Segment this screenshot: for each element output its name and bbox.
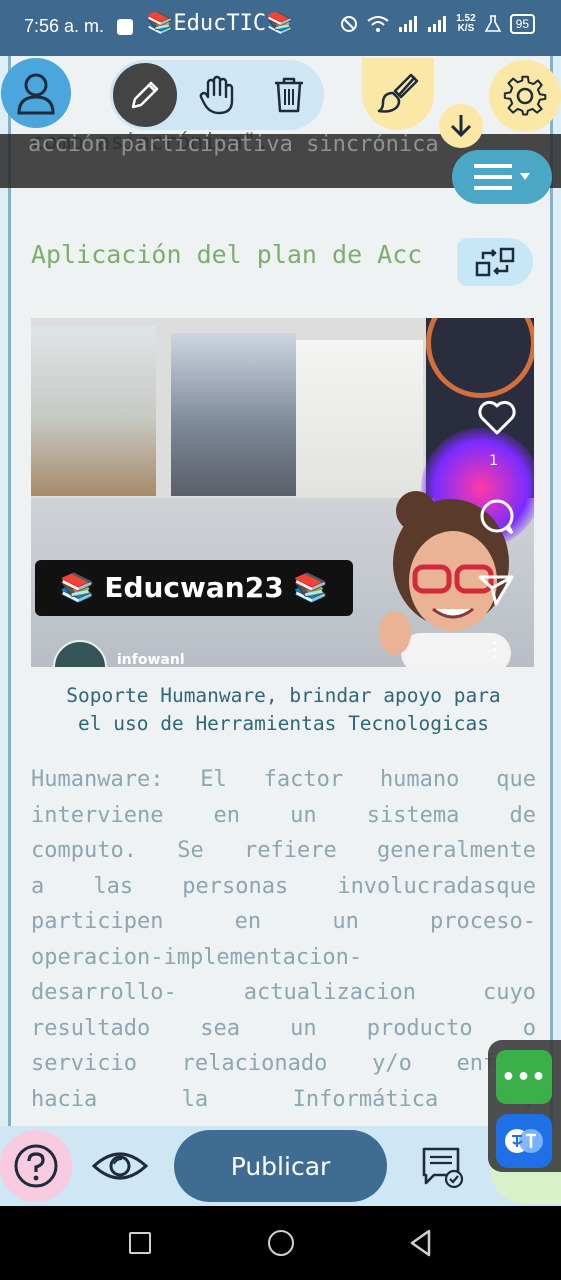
publish-button[interactable]: Publicar bbox=[174, 1130, 387, 1202]
recents-button[interactable] bbox=[129, 1232, 151, 1254]
send-icon[interactable] bbox=[478, 573, 514, 607]
swap-layout-button[interactable] bbox=[457, 238, 533, 286]
delete-button[interactable] bbox=[262, 70, 316, 120]
document-photo bbox=[296, 340, 423, 498]
translate-button[interactable] bbox=[496, 1114, 552, 1168]
body-line: computo. Se refiere generalmente bbox=[31, 838, 536, 863]
pencil-icon bbox=[131, 81, 159, 109]
caption-line: Soporte Humanware, brindar apoyo para bbox=[66, 684, 501, 707]
body-line: servicio relacionado y/o enfoca bbox=[31, 1051, 536, 1076]
comment-icon[interactable] bbox=[478, 498, 516, 536]
embedded-instagram-post[interactable]: 📚 Educwan23 📚 infowanl 1 · · · bbox=[31, 318, 534, 667]
account-handle[interactable]: infowanl bbox=[117, 652, 185, 667]
body-line: participen en un proceso- bbox=[31, 909, 536, 934]
gear-icon bbox=[503, 75, 547, 116]
more-apps-button[interactable]: ••• bbox=[496, 1050, 552, 1104]
arrow-down-icon bbox=[450, 115, 472, 138]
body-line: a las personas involucradasque bbox=[31, 873, 536, 899]
eye-icon bbox=[92, 1152, 148, 1180]
body-line: hacia la Informática y bbox=[31, 1086, 536, 1112]
help-button[interactable] bbox=[0, 1130, 72, 1202]
section-heading: Aplicación del plan de Acc bbox=[31, 240, 423, 269]
signal-icon-2 bbox=[428, 16, 447, 32]
more-options-icon[interactable]: · · · bbox=[492, 633, 498, 667]
status-time: 7:56 a. m. bbox=[24, 16, 105, 36]
like-count: 1 bbox=[489, 453, 498, 469]
caption-line: el uso de Herramientas Tecnologicas bbox=[78, 712, 489, 735]
comment-check-icon bbox=[422, 1147, 464, 1189]
swap-icon bbox=[475, 247, 515, 277]
app-title: 📚EducTIC📚 bbox=[146, 11, 294, 36]
main-menu-button[interactable] bbox=[452, 150, 552, 204]
photo-collage bbox=[31, 318, 426, 498]
style-button[interactable] bbox=[362, 58, 434, 130]
network-speed-unit: K/S bbox=[457, 23, 475, 34]
notification-app-icon bbox=[117, 19, 133, 35]
flask-icon bbox=[484, 15, 501, 32]
body-paragraph: Humanware: El factor humano que intervie… bbox=[31, 762, 536, 1117]
status-icons: 1.52 K/S 95 bbox=[340, 14, 535, 34]
post-content-area[interactable]: como asincrónica". Aplicación del plan d… bbox=[8, 56, 553, 1206]
body-line: desarrollo- actualizacion cuyo bbox=[31, 980, 536, 1005]
settings-button[interactable] bbox=[489, 60, 561, 132]
body-line: resultado sea un producto o bbox=[31, 1015, 536, 1041]
download-button[interactable] bbox=[439, 104, 483, 148]
trash-icon bbox=[275, 77, 303, 113]
profile-button[interactable] bbox=[1, 58, 71, 128]
home-button[interactable] bbox=[268, 1230, 294, 1256]
question-icon bbox=[14, 1144, 58, 1188]
caret-down-icon bbox=[520, 173, 530, 180]
classroom-photo bbox=[31, 326, 156, 496]
translate-icon bbox=[505, 1129, 543, 1153]
back-button[interactable] bbox=[409, 1229, 433, 1257]
wifi-icon bbox=[367, 16, 389, 32]
do-not-disturb-icon bbox=[341, 16, 358, 32]
hamburger-menu-icon bbox=[474, 164, 512, 190]
media-caption: Soporte Humanware, brindar apoyo para el… bbox=[11, 682, 550, 738]
user-icon bbox=[17, 73, 55, 115]
body-line: Humanware: El factor humano que bbox=[31, 767, 536, 792]
computer-lab-photo bbox=[171, 333, 296, 496]
hand-icon bbox=[199, 75, 234, 115]
signal-icon bbox=[399, 16, 418, 32]
body-line: interviene en un sistema de bbox=[31, 802, 536, 828]
battery-indicator: 95 bbox=[509, 14, 535, 34]
network-speed: 1.52 K/S bbox=[456, 14, 475, 34]
preview-button[interactable] bbox=[88, 1136, 152, 1196]
body-line: operacion-implementacion- bbox=[31, 944, 363, 970]
decorative-ring bbox=[426, 318, 534, 398]
media-banner: 📚 Educwan23 📚 bbox=[35, 560, 353, 616]
pan-button[interactable] bbox=[190, 70, 244, 120]
heart-icon[interactable] bbox=[478, 400, 516, 436]
comments-button[interactable] bbox=[412, 1138, 472, 1196]
paintbrush-icon bbox=[377, 73, 419, 113]
ellipsis-icon: ••• bbox=[501, 1064, 547, 1090]
edit-button[interactable] bbox=[110, 60, 180, 130]
